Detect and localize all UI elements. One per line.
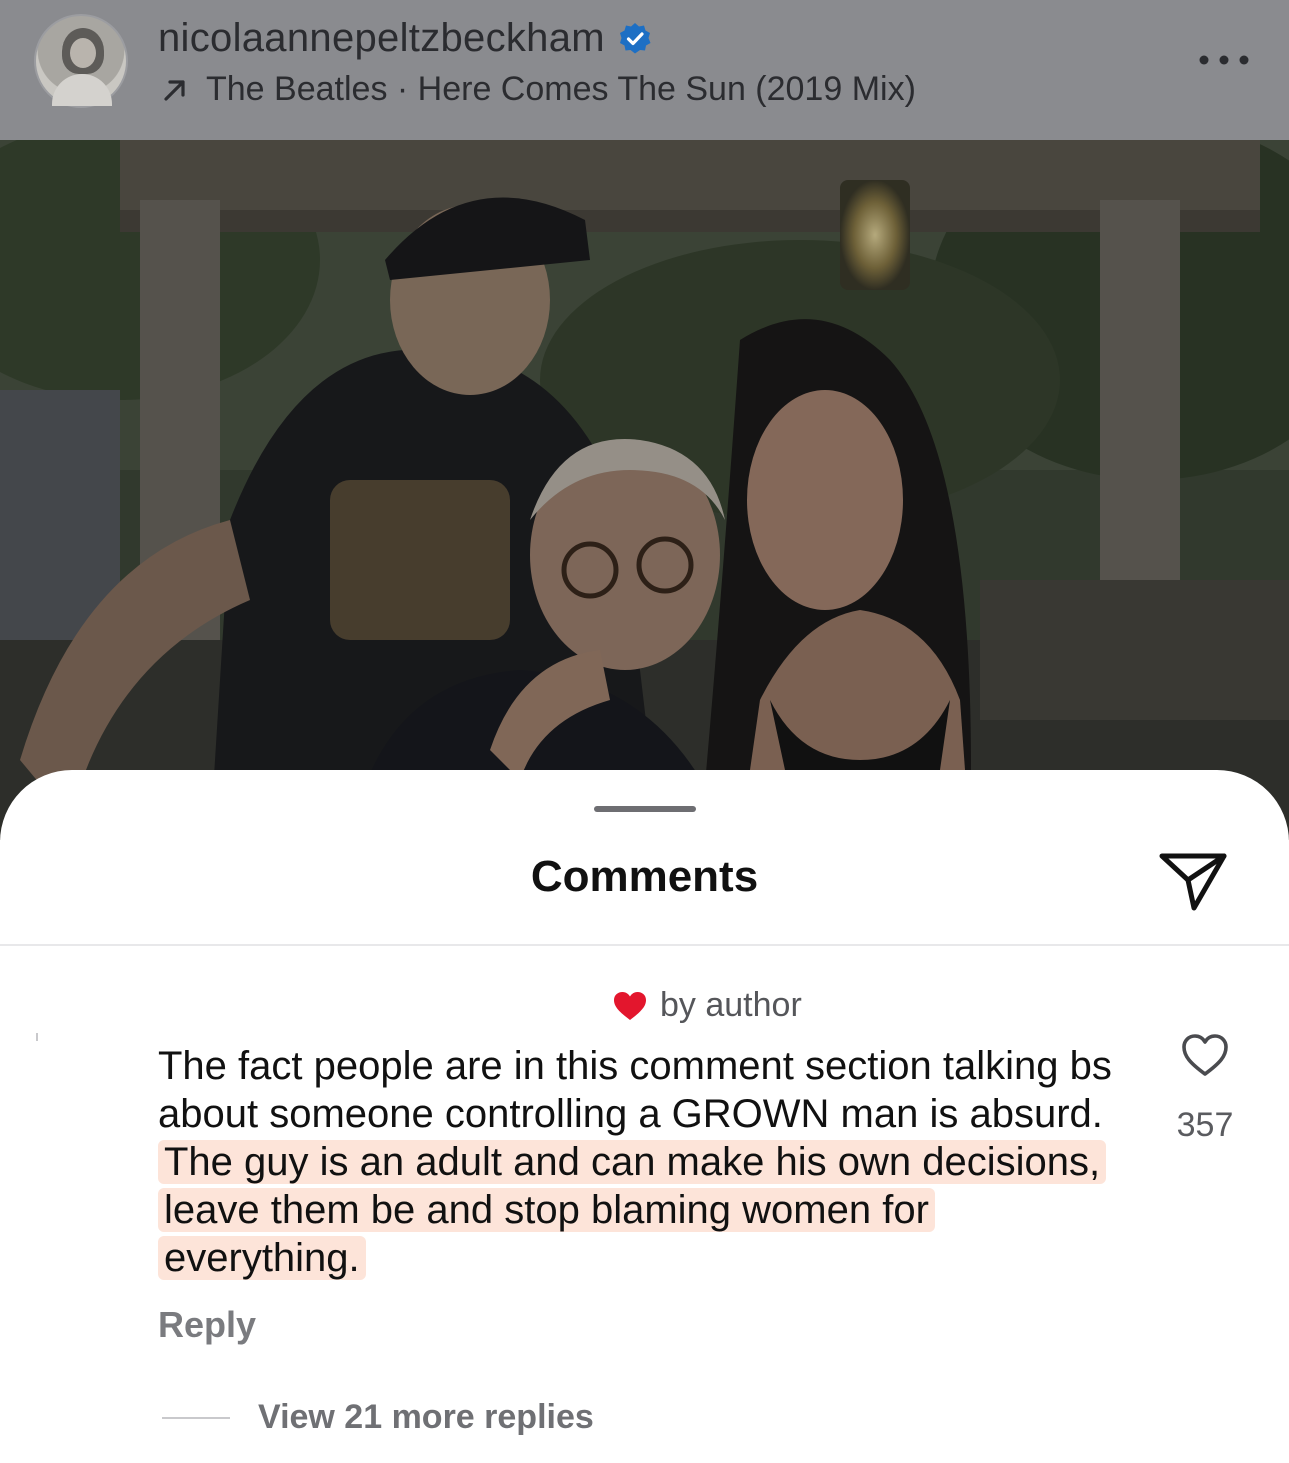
view-more-replies-button[interactable]: View 21 more replies [162, 1398, 594, 1437]
comment-text-plain: The fact people are in this comment sect… [158, 1044, 1112, 1136]
replies-divider-line [162, 1416, 230, 1419]
post-photo[interactable] [0, 140, 1289, 840]
username-link[interactable]: nicolaannepeltzbeckham [158, 16, 605, 61]
username-row: nicolaannepeltzbeckham [158, 16, 653, 61]
comment-avatar-placeholder [36, 1033, 38, 1041]
comment-body: The fact people are in this comment sect… [158, 1042, 1118, 1282]
liked-by-author-label: by author [660, 986, 802, 1024]
photo-illustration [0, 140, 1289, 840]
more-horizontal-icon[interactable] [1196, 48, 1252, 72]
liked-by-author-row: by author [612, 986, 802, 1025]
sheet-grabber-handle[interactable] [594, 806, 696, 812]
sheet-title: Comments [530, 852, 759, 901]
post-header: nicolaannepeltzbeckham The Beatles · Her… [0, 0, 1289, 140]
avatar-shoulders [52, 74, 112, 106]
music-label: The Beatles · Here Comes The Sun (2019 M… [206, 70, 916, 108]
reply-button[interactable]: Reply [158, 1304, 256, 1346]
sheet-divider [0, 944, 1289, 946]
avatar-face [70, 38, 96, 68]
paper-plane-icon[interactable] [1158, 850, 1228, 912]
like-count: 357 [1176, 1106, 1234, 1144]
view-more-replies-label: View 21 more replies [258, 1398, 594, 1436]
comments-sheet: Comments by author The fact people are i… [0, 770, 1289, 1463]
comment-text-highlighted: The guy is an adult and can make his own… [158, 1140, 1107, 1280]
arrow-up-right-icon [164, 79, 185, 101]
heart-outline-icon[interactable] [1180, 1032, 1230, 1078]
verified-badge-icon [619, 22, 651, 53]
heart-filled-icon [614, 991, 646, 1020]
profile-avatar[interactable] [34, 14, 128, 108]
music-attribution[interactable]: The Beatles · Here Comes The Sun (2019 M… [160, 70, 916, 109]
